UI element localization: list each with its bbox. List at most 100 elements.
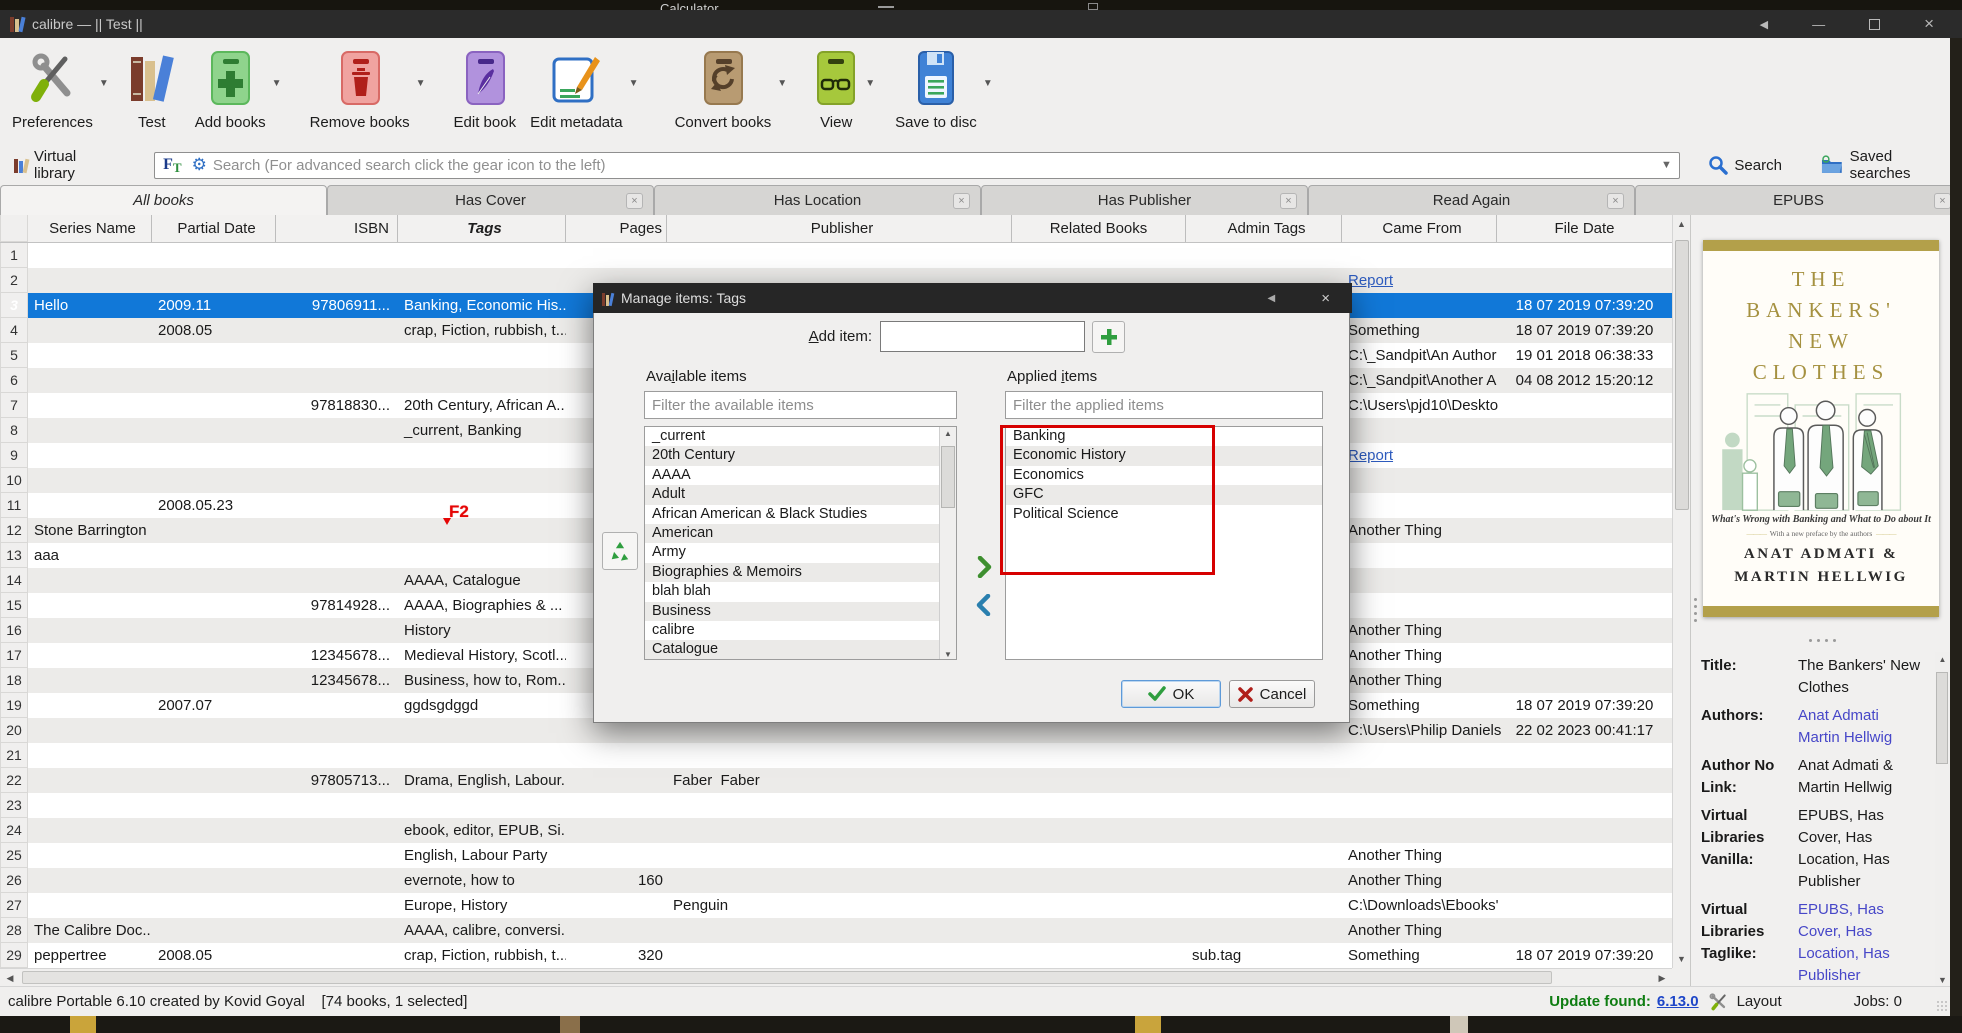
cell-series[interactable] bbox=[28, 393, 152, 418]
unapply-item-button[interactable] bbox=[971, 590, 997, 620]
cell-pdate[interactable] bbox=[152, 593, 276, 618]
scroll-thumb[interactable] bbox=[22, 971, 1552, 984]
cell-series[interactable]: Stone Barrington bbox=[28, 518, 152, 543]
cell-tags[interactable]: ggdsgdggd bbox=[398, 693, 566, 718]
cell-came[interactable]: Another Thing bbox=[1342, 918, 1497, 943]
table-row[interactable]: 26 evernote, how to 160 Another Thing bbox=[0, 868, 1690, 893]
add-books-button[interactable]: Add books bbox=[191, 44, 270, 133]
cell-isbn[interactable] bbox=[276, 743, 398, 768]
cell-pdate[interactable] bbox=[152, 518, 276, 543]
cell-pages[interactable] bbox=[566, 918, 667, 943]
cell-came[interactable]: C:\_Sandpit\An Author bbox=[1342, 343, 1497, 368]
cell-pub[interactable] bbox=[667, 743, 1012, 768]
preferences-button[interactable]: Preferences bbox=[8, 44, 97, 133]
details-splitter-handle[interactable] bbox=[1809, 639, 1836, 642]
cell-pages[interactable]: 320 bbox=[566, 943, 667, 968]
dialog-back-icon[interactable]: ◀ bbox=[1268, 293, 1276, 304]
search-history-dropdown-icon[interactable]: ▼ bbox=[1653, 159, 1679, 171]
cell-admin[interactable] bbox=[1186, 893, 1342, 918]
cell-fdate[interactable]: 18 07 2019 07:39:20 bbox=[1497, 318, 1672, 343]
cell-isbn[interactable] bbox=[276, 893, 398, 918]
cell-rel[interactable] bbox=[1012, 893, 1186, 918]
virtual-library-button[interactable]: Virtual library bbox=[8, 145, 126, 185]
cell-pages[interactable]: 160 bbox=[566, 868, 667, 893]
minimize-button[interactable]: — bbox=[1812, 17, 1825, 32]
cell-pdate[interactable] bbox=[152, 443, 276, 468]
cell-came[interactable] bbox=[1342, 243, 1497, 268]
cell-admin[interactable] bbox=[1186, 768, 1342, 793]
row-number[interactable]: 23 bbox=[0, 793, 28, 818]
cell-series[interactable] bbox=[28, 818, 152, 843]
cell-isbn[interactable] bbox=[276, 818, 398, 843]
cell-series[interactable] bbox=[28, 843, 152, 868]
cell-came[interactable]: C:\Downloads\Ebooks' bbox=[1342, 893, 1498, 918]
cell-pdate[interactable] bbox=[152, 818, 276, 843]
row-number[interactable]: 22 bbox=[0, 768, 28, 793]
cell-admin[interactable] bbox=[1186, 793, 1342, 818]
cell-series[interactable] bbox=[28, 268, 152, 293]
cell-series[interactable] bbox=[28, 418, 152, 443]
cell-fdate[interactable] bbox=[1497, 443, 1672, 468]
cell-tags[interactable] bbox=[398, 343, 566, 368]
cell-pub[interactable] bbox=[667, 793, 1012, 818]
list-item[interactable]: American bbox=[645, 523, 939, 544]
cell-came[interactable]: C:\_Sandpit\Another A bbox=[1342, 368, 1497, 393]
cell-came[interactable]: Another Thing bbox=[1342, 643, 1497, 668]
came-from-link[interactable]: Report bbox=[1348, 272, 1393, 289]
cell-series[interactable] bbox=[28, 568, 152, 593]
row-number[interactable]: 16 bbox=[0, 618, 28, 643]
cell-pages[interactable] bbox=[566, 818, 667, 843]
edit-metadata-dropdown-icon[interactable]: ▼ bbox=[629, 78, 639, 89]
ok-button[interactable]: OK bbox=[1121, 680, 1221, 708]
cell-isbn[interactable] bbox=[276, 693, 398, 718]
column-header-partial-date[interactable]: Partial Date bbox=[152, 215, 276, 242]
layout-tools-icon[interactable] bbox=[1709, 992, 1729, 1011]
cell-fdate[interactable] bbox=[1497, 843, 1672, 868]
cell-series[interactable]: Hello bbox=[28, 293, 152, 318]
row-number[interactable]: 26 bbox=[0, 868, 28, 893]
cell-tags[interactable] bbox=[398, 243, 566, 268]
cell-isbn[interactable] bbox=[276, 268, 398, 293]
scroll-thumb[interactable] bbox=[941, 446, 955, 508]
cell-rel[interactable] bbox=[1012, 818, 1186, 843]
cell-series[interactable] bbox=[28, 443, 152, 468]
scroll-up-icon[interactable]: ▲ bbox=[1673, 215, 1690, 233]
cell-isbn[interactable] bbox=[276, 618, 398, 643]
cancel-button[interactable]: Cancel bbox=[1229, 680, 1315, 708]
scroll-thumb[interactable] bbox=[1675, 240, 1689, 510]
cell-tags[interactable] bbox=[398, 493, 566, 518]
view-dropdown-icon[interactable]: ▼ bbox=[865, 78, 875, 89]
cell-tags[interactable] bbox=[398, 743, 566, 768]
scroll-down-icon[interactable]: ▼ bbox=[1935, 975, 1950, 985]
cell-fdate[interactable] bbox=[1497, 793, 1672, 818]
cell-isbn[interactable]: 12345678... bbox=[276, 668, 398, 693]
cell-came[interactable] bbox=[1342, 768, 1497, 793]
cell-pages[interactable] bbox=[566, 768, 667, 793]
cell-tags[interactable] bbox=[398, 718, 566, 743]
cell-rel[interactable] bbox=[1012, 743, 1186, 768]
tab-all-books[interactable]: All books bbox=[0, 185, 327, 215]
cell-came[interactable]: Another Thing bbox=[1342, 618, 1497, 643]
row-number[interactable]: 1 bbox=[0, 243, 28, 268]
table-row[interactable]: 25 English, Labour Party Another Thing bbox=[0, 843, 1690, 868]
column-header-tags[interactable]: Tags bbox=[398, 215, 566, 242]
cell-came[interactable]: Another Thing bbox=[1342, 668, 1497, 693]
edit-book-button[interactable]: Edit book bbox=[450, 44, 521, 133]
restore-defaults-button[interactable] bbox=[602, 532, 638, 570]
cell-fdate[interactable]: 18 07 2019 07:39:20 bbox=[1497, 293, 1672, 318]
list-item[interactable]: 20th Century bbox=[645, 446, 939, 466]
table-horizontal-scrollbar[interactable]: ◀ ▶ bbox=[0, 968, 1672, 986]
cell-pdate[interactable] bbox=[152, 393, 276, 418]
cell-tags[interactable]: AAAA, Biographies & ... bbox=[398, 593, 566, 618]
cell-isbn[interactable] bbox=[276, 793, 398, 818]
cell-fdate[interactable] bbox=[1497, 468, 1672, 493]
available-filter-input[interactable] bbox=[644, 391, 957, 419]
cell-series[interactable]: The Calibre Doc... bbox=[28, 918, 152, 943]
cell-pub[interactable] bbox=[667, 868, 1012, 893]
table-row[interactable]: 27 Europe, History Penguin C:\Downloads\Ebo… bbox=[0, 893, 1690, 918]
tab-close-icon[interactable]: × bbox=[953, 193, 970, 209]
scroll-up-icon[interactable]: ▲ bbox=[940, 429, 956, 438]
jobs-indicator[interactable]: Jobs: 0 bbox=[1854, 993, 1902, 1010]
cell-pdate[interactable] bbox=[152, 768, 276, 793]
dialog-close-icon[interactable]: × bbox=[1321, 290, 1330, 307]
